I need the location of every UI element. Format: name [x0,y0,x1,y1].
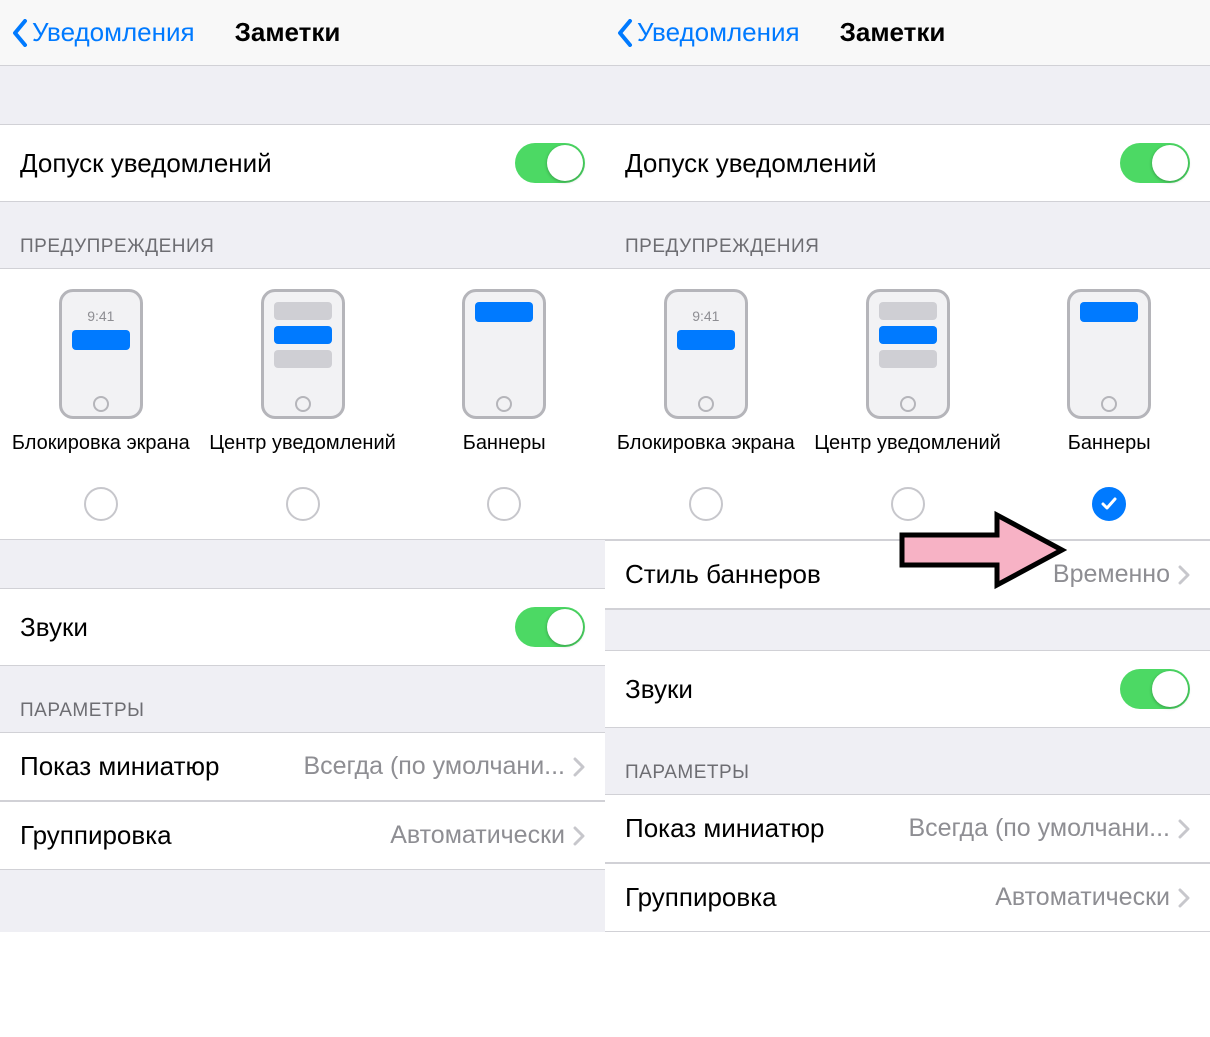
banners-preview-icon [462,289,546,419]
page-title: Заметки [235,17,341,48]
sounds-toggle[interactable] [515,607,585,647]
alerts-header: ПРЕДУПРЕЖДЕНИЯ [605,202,1210,268]
back-button[interactable]: Уведомления [12,17,195,48]
sounds-toggle[interactable] [1120,669,1190,709]
allow-notifications-row[interactable]: Допуск уведомлений [605,124,1210,202]
alert-label: Блокировка экрана [12,431,190,481]
alert-label: Центр уведомлений [814,431,1001,481]
nav-bar: Уведомления Заметки [605,0,1210,66]
options-header: ПАРАМЕТРЫ [0,666,605,732]
notification-center-preview-icon [866,289,950,419]
alert-label: Центр уведомлений [209,431,396,481]
chevron-left-icon [12,19,28,47]
alert-option-banners[interactable]: Баннеры [1008,289,1210,521]
chevron-right-icon [1178,888,1190,908]
alert-option-lockscreen[interactable]: 9:41 Блокировка экрана [0,289,202,521]
alert-label: Баннеры [463,431,546,481]
allow-notifications-row[interactable]: Допуск уведомлений [0,124,605,202]
show-previews-value: Всегда (по умолчани... [908,814,1170,843]
back-button[interactable]: Уведомления [617,17,800,48]
alerts-grid: 9:41 Блокировка экрана Центр уведомлений… [605,268,1210,540]
grouping-label: Группировка [625,882,777,913]
alert-option-notification-center[interactable]: Центр уведомлений [807,289,1009,521]
sounds-label: Звуки [20,612,88,643]
banners-preview-icon [1067,289,1151,419]
banner-style-value: Временно [1053,560,1170,589]
allow-notifications-label: Допуск уведомлений [20,148,272,179]
lockscreen-preview-icon: 9:41 [59,289,143,419]
show-previews-value: Всегда (по умолчани... [303,752,565,781]
grouping-value: Автоматически [390,821,565,850]
settings-pane-left: Уведомления Заметки Допуск уведомлений П… [0,0,605,932]
options-header: ПАРАМЕТРЫ [605,728,1210,794]
sounds-row[interactable]: Звуки [605,650,1210,728]
alerts-header: ПРЕДУПРЕЖДЕНИЯ [0,202,605,268]
back-label: Уведомления [32,17,195,48]
banners-radio[interactable] [1092,487,1126,521]
lockscreen-radio[interactable] [689,487,723,521]
alert-label: Блокировка экрана [617,431,795,481]
annotation-arrow-icon [897,510,1067,595]
notification-center-preview-icon [261,289,345,419]
alert-option-notification-center[interactable]: Центр уведомлений [202,289,404,521]
show-previews-label: Показ миниатюр [625,813,824,844]
allow-notifications-label: Допуск уведомлений [625,148,877,179]
notification-center-radio[interactable] [286,487,320,521]
nav-bar: Уведомления Заметки [0,0,605,66]
sounds-label: Звуки [625,674,693,705]
settings-pane-right: Уведомления Заметки Допуск уведомлений П… [605,0,1210,932]
show-previews-row[interactable]: Показ миниатюр Всегда (по умолчани... [0,733,605,801]
show-previews-row[interactable]: Показ миниатюр Всегда (по умолчани... [605,795,1210,863]
sounds-row[interactable]: Звуки [0,588,605,666]
show-previews-label: Показ миниатюр [20,751,219,782]
grouping-value: Автоматически [995,883,1170,912]
alert-label: Баннеры [1068,431,1151,481]
banner-style-label: Стиль баннеров [625,559,821,590]
alert-option-lockscreen[interactable]: 9:41 Блокировка экрана [605,289,807,521]
allow-notifications-toggle[interactable] [515,143,585,183]
alerts-grid: 9:41 Блокировка экрана Центр уведомлений… [0,268,605,540]
grouping-row[interactable]: Группировка Автоматически [0,801,605,870]
lockscreen-preview-icon: 9:41 [664,289,748,419]
banners-radio[interactable] [487,487,521,521]
allow-notifications-toggle[interactable] [1120,143,1190,183]
lockscreen-radio[interactable] [84,487,118,521]
chevron-right-icon [573,826,585,846]
alert-option-banners[interactable]: Баннеры [403,289,605,521]
chevron-right-icon [1178,819,1190,839]
grouping-label: Группировка [20,820,172,851]
back-label: Уведомления [637,17,800,48]
chevron-right-icon [1178,565,1190,585]
chevron-right-icon [573,757,585,777]
chevron-left-icon [617,19,633,47]
grouping-row[interactable]: Группировка Автоматически [605,863,1210,932]
page-title: Заметки [840,17,946,48]
